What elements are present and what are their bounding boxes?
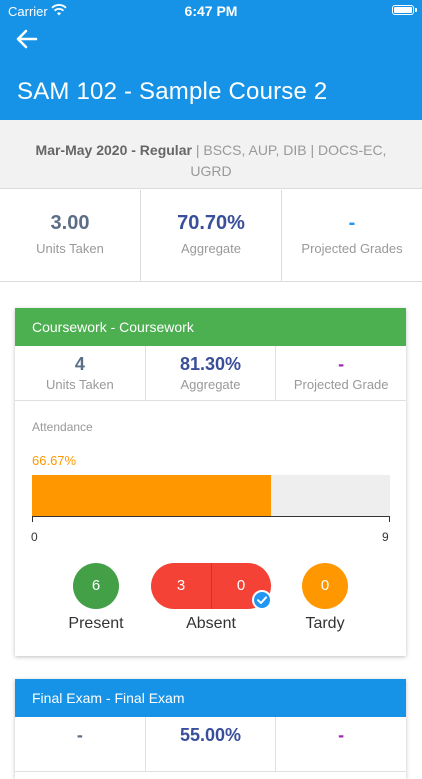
attendance-label: Attendance (32, 420, 93, 434)
check-badge-icon (252, 590, 272, 610)
coursework-projected: - Projected Grade (276, 346, 406, 400)
coursework-units-label: Units Taken (45, 377, 114, 392)
attendance-bar-track (32, 475, 390, 516)
tardy-label: Tardy (305, 615, 345, 632)
app-header: SAM 102 - Sample Course 2 (0, 22, 422, 120)
final-exam-units: - (15, 717, 146, 771)
tardy-count[interactable]: 0 (302, 563, 348, 609)
term-period: Mar-May 2020 - Regular (35, 142, 192, 158)
final-exam-stats: - 55.00% - (15, 717, 406, 772)
coursework-projected-value: - (338, 354, 345, 374)
coursework-aggregate-label: Aggregate (180, 377, 241, 392)
axis-tick-max (389, 517, 390, 522)
absent-count-pill[interactable]: 3 0 (151, 563, 272, 610)
attendance-bar-fill (32, 475, 271, 516)
axis-max-label: 9 (382, 530, 389, 544)
summary-projected-label: Projected Grades (301, 241, 403, 256)
summary-aggregate: 70.70% Aggregate (141, 190, 282, 281)
summary-units-value: 3.00 (50, 212, 90, 234)
present-label: Present (68, 615, 124, 632)
summary-projected: - Projected Grades (282, 190, 422, 281)
status-bar: Carrier 6:47 PM (0, 0, 422, 22)
final-exam-projected: - (276, 717, 406, 771)
axis-tick-min (32, 517, 33, 522)
attendance-percent: 66.67% (32, 453, 77, 468)
summary-projected-value: - (348, 212, 356, 234)
battery-icon (392, 5, 417, 15)
absent-label: Absent (186, 615, 236, 632)
term-info: Mar-May 2020 - Regular | BSCS, AUP, DIB … (0, 120, 422, 189)
final-exam-aggregate-value: 55.00% (179, 725, 242, 745)
summary-stats: 3.00 Units Taken 70.70% Aggregate - Proj… (0, 190, 422, 282)
coursework-card-title[interactable]: Coursework - Coursework (15, 308, 406, 346)
summary-aggregate-value: 70.70% (177, 212, 245, 234)
absent-count-primary: 3 (176, 577, 186, 594)
summary-units-label: Units Taken (36, 241, 104, 256)
coursework-projected-label: Projected Grade (293, 377, 389, 392)
coursework-stats: 4 Units Taken 81.30% Aggregate - Project… (15, 346, 406, 401)
coursework-units-value: 4 (74, 354, 85, 374)
final-exam-aggregate: 55.00% (146, 717, 277, 771)
summary-aggregate-label: Aggregate (181, 241, 241, 256)
coursework-aggregate: 81.30% Aggregate (146, 346, 277, 400)
coursework-aggregate-value: 81.30% (179, 354, 242, 374)
present-count[interactable]: 6 (73, 563, 119, 609)
page-title: SAM 102 - Sample Course 2 (17, 78, 328, 105)
final-exam-projected-value: - (338, 725, 345, 745)
term-details: | BSCS, AUP, DIB | DOCS-EC, UGRD (190, 142, 387, 179)
back-arrow-icon[interactable] (14, 28, 40, 50)
clock: 6:47 PM (184, 3, 238, 19)
coursework-units: 4 Units Taken (15, 346, 146, 400)
attendance-axis (32, 516, 390, 525)
final-exam-card-title[interactable]: Final Exam - Final Exam (15, 679, 406, 717)
final-exam-units-value: - (76, 725, 83, 745)
coursework-card[interactable]: Coursework - Coursework 4 Units Taken 81… (15, 308, 406, 656)
axis-min-label: 0 (31, 530, 38, 544)
summary-units-taken: 3.00 Units Taken (0, 190, 141, 281)
final-exam-card[interactable]: Final Exam - Final Exam - 55.00% - (15, 679, 406, 779)
